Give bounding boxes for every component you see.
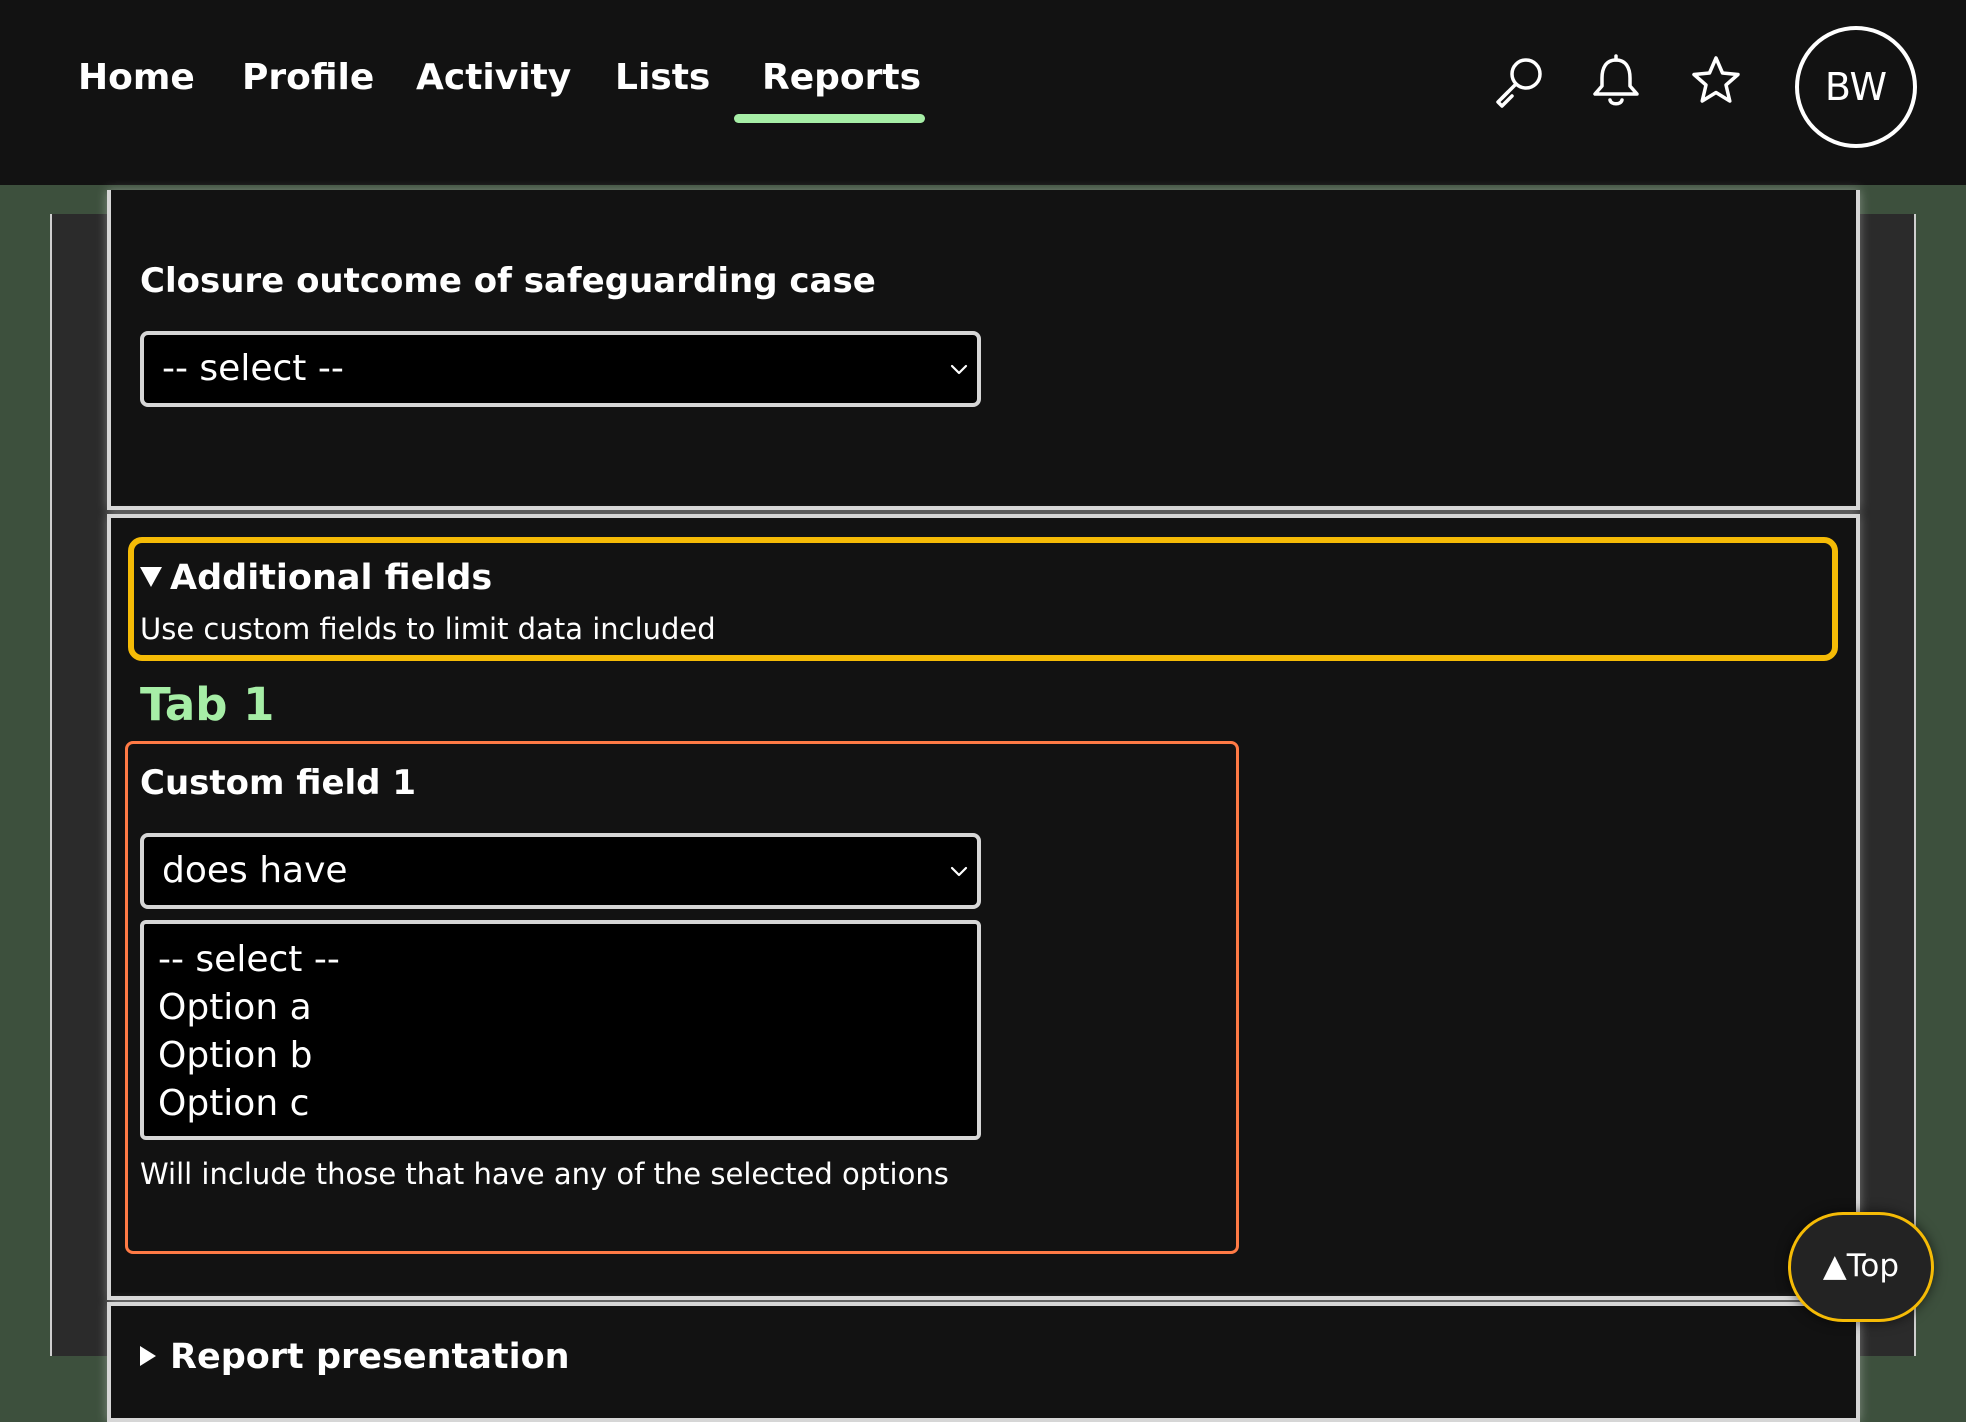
- closure-outcome-select[interactable]: -- select --: [140, 331, 981, 407]
- additional-fields-summary[interactable]: Additional fields Use custom fields to l…: [128, 537, 1838, 661]
- bell-icon[interactable]: [1586, 52, 1646, 112]
- custom-field-help-text: Will include those that have any of the …: [140, 1157, 949, 1191]
- list-option[interactable]: Option c: [158, 1080, 977, 1128]
- collapsed-triangle-icon: [140, 1346, 156, 1366]
- top-navigation: Home Profile Activity Lists Reports BW: [0, 0, 1966, 185]
- closure-outcome-label: Closure outcome of safeguarding case: [140, 261, 876, 301]
- custom-field-label: Custom field 1: [140, 763, 417, 803]
- custom-field-mode-value: does have: [162, 850, 348, 891]
- additional-fields-title-row: Additional fields: [140, 557, 492, 599]
- nav-reports[interactable]: Reports: [762, 56, 921, 100]
- report-presentation-title: Report presentation: [170, 1337, 570, 1377]
- avatar[interactable]: BW: [1795, 26, 1917, 148]
- nav-lists[interactable]: Lists: [615, 56, 710, 100]
- list-option[interactable]: -- select --: [158, 936, 977, 984]
- list-option[interactable]: Option b: [158, 1032, 977, 1080]
- list-option[interactable]: Option a: [158, 984, 977, 1032]
- additional-fields-title: Additional fields: [170, 558, 493, 598]
- nav-activity[interactable]: Activity: [416, 56, 571, 100]
- nav-profile[interactable]: Profile: [242, 56, 374, 100]
- tab-heading: Tab 1: [140, 678, 275, 731]
- nav-active-indicator: [734, 114, 925, 123]
- star-icon[interactable]: [1686, 52, 1746, 112]
- additional-fields-description: Use custom fields to limit data included: [140, 612, 716, 646]
- report-presentation-summary[interactable]: Report presentation: [140, 1336, 570, 1378]
- chevron-down-icon: [950, 364, 968, 375]
- search-icon[interactable]: [1490, 52, 1550, 112]
- custom-field-options-listbox[interactable]: -- select -- Option a Option b Option c: [140, 920, 981, 1140]
- custom-field-mode-select[interactable]: does have: [140, 833, 981, 909]
- nav-home[interactable]: Home: [78, 56, 195, 100]
- chevron-down-icon: [950, 866, 968, 877]
- back-to-top-button[interactable]: ▲Top: [1788, 1212, 1934, 1322]
- expanded-triangle-icon: [140, 567, 162, 587]
- closure-outcome-value: -- select --: [162, 348, 344, 389]
